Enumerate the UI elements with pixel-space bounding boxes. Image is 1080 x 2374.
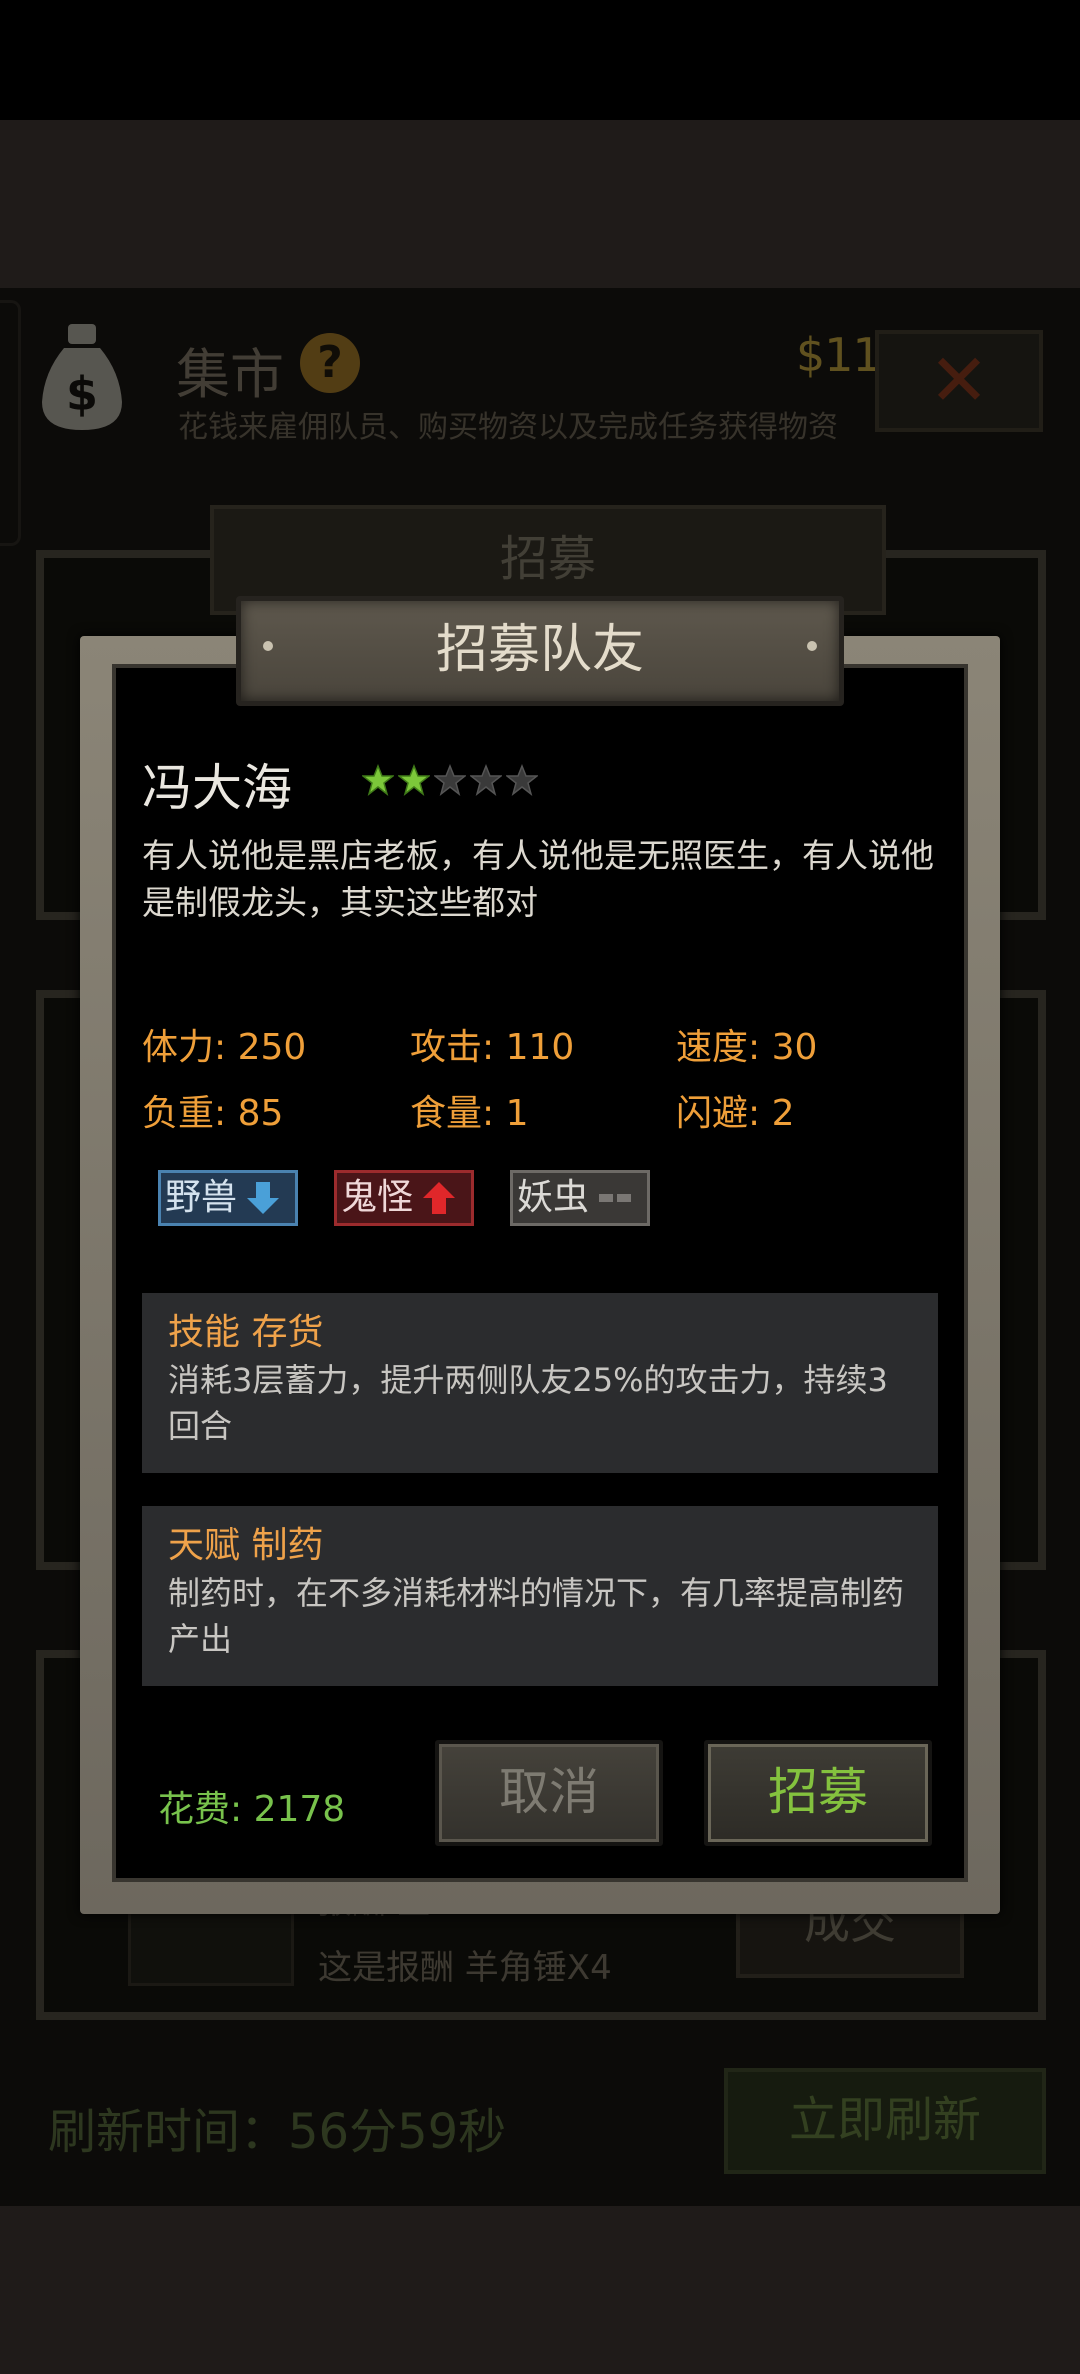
recruit-button[interactable]: 招募	[704, 1740, 932, 1846]
rivet-icon	[807, 641, 817, 651]
rivet-icon	[263, 641, 273, 651]
stat-food: 食量: 1	[410, 1093, 529, 1134]
stat-speed: 速度: 30	[676, 1027, 818, 1068]
recruit-cost: 花费: 2178	[158, 1789, 346, 1830]
reward-row: 这是报酬 羊角锤X4	[318, 1948, 612, 1988]
star-filled-icon	[398, 764, 430, 796]
dialog-title: 招募队友	[236, 596, 844, 706]
market-title: 集市	[176, 343, 284, 406]
character-description: 有人说他是黑店老板，有人说他是无照医生，有人说他是制假龙头，其实这些都对	[142, 836, 934, 922]
talent-panel: 天赋 制药 制药时，在不多消耗材料的情况下，有几率提高制药产出	[142, 1506, 938, 1686]
stat-load: 负重: 85	[142, 1093, 284, 1134]
cancel-button[interactable]: 取消	[435, 1740, 663, 1846]
neutral-icon	[599, 1194, 632, 1202]
star-empty-icon	[434, 764, 466, 796]
refresh-timer: 刷新时间：56分59秒	[48, 2104, 507, 2160]
status-bar-area	[0, 0, 1080, 120]
skill-title: 技能 存货	[168, 1312, 324, 1353]
star-empty-icon	[506, 764, 538, 796]
tag-label: 妖虫	[517, 1177, 590, 1218]
money-bag-icon: $	[42, 324, 122, 430]
close-button[interactable]: ✕	[875, 330, 1043, 432]
arrow-up-icon	[423, 1182, 456, 1214]
tag-label: 鬼怪	[341, 1177, 414, 1218]
star-empty-icon	[470, 764, 502, 796]
stat-dodge: 闪避: 2	[676, 1093, 795, 1134]
stat-hp: 体力: 250	[142, 1027, 307, 1068]
talent-title: 天赋 制药	[168, 1525, 324, 1566]
character-name: 冯大海	[142, 759, 292, 817]
tag-insect: 妖虫	[510, 1170, 650, 1226]
skill-panel: 技能 存货 消耗3层蓄力，提升两侧队友25%的攻击力，持续3回合	[142, 1293, 938, 1473]
tag-beast: 野兽	[158, 1170, 298, 1226]
help-icon[interactable]: ?	[300, 333, 360, 393]
side-drawer-handle[interactable]	[0, 300, 21, 546]
dialog-title-text: 招募队友	[435, 620, 644, 680]
arrow-down-icon	[247, 1182, 280, 1214]
talent-text: 制药时，在不多消耗材料的情况下，有几率提高制药产出	[168, 1574, 905, 1658]
star-filled-icon	[362, 764, 394, 796]
top-band	[0, 120, 1080, 288]
tag-label: 野兽	[165, 1177, 238, 1218]
stat-attack: 攻击: 110	[410, 1027, 575, 1068]
market-subtitle: 花钱来雇佣队员、购买物资以及完成任务获得物资	[178, 410, 838, 445]
refresh-now-button[interactable]: 立即刷新	[724, 2068, 1046, 2174]
star-rating	[362, 764, 538, 804]
svg-text:$: $	[66, 367, 98, 421]
bottom-band	[0, 2206, 1080, 2374]
tag-ghost: 鬼怪	[334, 1170, 474, 1226]
skill-text: 消耗3层蓄力，提升两侧队友25%的攻击力，持续3回合	[168, 1361, 888, 1445]
